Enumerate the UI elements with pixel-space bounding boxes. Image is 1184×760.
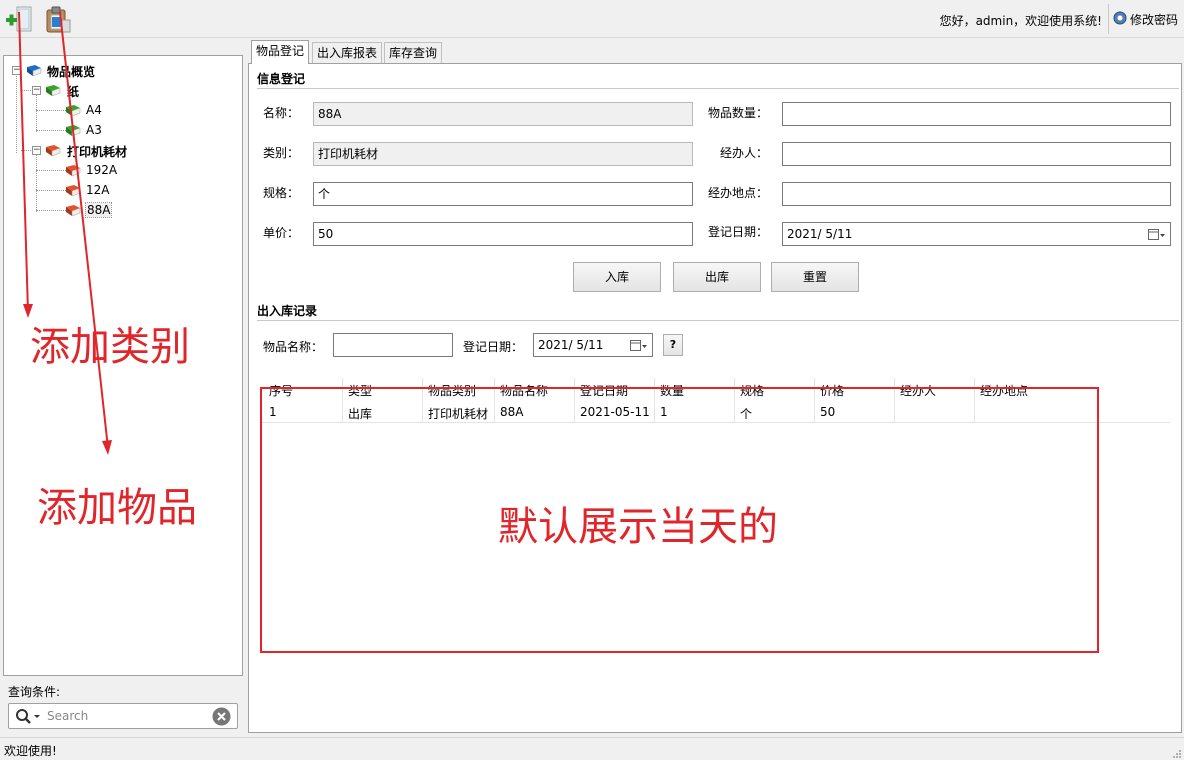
- tree-connector: [21, 150, 31, 151]
- search-icon[interactable]: [15, 708, 43, 729]
- form-section-title: 信息登记: [257, 72, 306, 86]
- records-section-title: 出入库记录: [257, 304, 318, 318]
- annotation-default-today: 默认展示当天的: [498, 504, 778, 550]
- location-label: 经办地点：: [708, 186, 769, 200]
- book-icon: [66, 165, 81, 177]
- tree-connector: [21, 90, 31, 91]
- tree-connector: [36, 94, 37, 132]
- book-icon: [66, 185, 81, 197]
- stock-in-button[interactable]: 入库: [573, 262, 661, 292]
- calendar-dropdown-icon[interactable]: [1148, 227, 1166, 241]
- resize-grip-icon[interactable]: [1172, 748, 1182, 758]
- gear-icon: [1112, 10, 1128, 29]
- date-filter-picker[interactable]: 2021/ 5/11: [533, 333, 653, 357]
- section-divider: [257, 320, 1179, 321]
- location-field[interactable]: [782, 182, 1171, 206]
- search-input[interactable]: [47, 707, 207, 725]
- tree-item-label[interactable]: A4: [86, 103, 102, 117]
- item-name-filter-label: 物品名称：: [263, 340, 324, 354]
- clear-icon[interactable]: [212, 707, 231, 729]
- tree-collapse-toggle[interactable]: −: [32, 86, 41, 95]
- spec-field[interactable]: 个: [313, 182, 693, 206]
- status-text: 欢迎使用!: [4, 744, 57, 758]
- spec-label: 规格：: [263, 186, 300, 200]
- item-name-filter-field[interactable]: [333, 333, 453, 357]
- quantity-label: 物品数量：: [708, 106, 769, 120]
- tree-item-label[interactable]: A3: [86, 123, 102, 137]
- tree-connector: [36, 190, 66, 191]
- name-label: 名称：: [263, 106, 300, 120]
- section-divider: [257, 88, 1179, 89]
- annotation-add-item: 添加物品: [37, 485, 197, 531]
- handler-label: 经办人：: [720, 146, 769, 160]
- change-password-label: 修改密码: [1130, 12, 1179, 27]
- tree-connector: [36, 170, 66, 171]
- quantity-field[interactable]: [782, 102, 1171, 126]
- category-field[interactable]: 打印机耗材: [313, 142, 693, 166]
- tree-item-label-selected[interactable]: 88A: [84, 202, 113, 218]
- tab-inout-report[interactable]: 出入库报表: [312, 42, 383, 64]
- tree-category-label[interactable]: 纸: [67, 83, 79, 100]
- clipboard-add-icon[interactable]: [42, 4, 72, 34]
- query-condition-label: 查询条件:: [8, 685, 61, 699]
- price-field[interactable]: 50: [313, 222, 693, 246]
- toolbar: 您好，admin，欢迎使用系统! 修改密码: [0, 0, 1184, 38]
- tree-connector: [36, 210, 66, 211]
- calendar-dropdown-icon[interactable]: [630, 338, 648, 352]
- book-icon: [46, 85, 61, 97]
- handler-field[interactable]: [782, 142, 1171, 166]
- add-category-icon[interactable]: [3, 4, 33, 34]
- tree-connector: [36, 154, 37, 212]
- book-icon: [66, 125, 81, 137]
- tree-collapse-toggle[interactable]: −: [32, 146, 41, 155]
- tree-connector: [36, 110, 66, 111]
- category-label: 类别：: [263, 146, 300, 160]
- stock-out-button[interactable]: 出库: [673, 262, 761, 292]
- change-password-button[interactable]: 修改密码: [1112, 8, 1178, 30]
- tree-connector: [16, 73, 17, 153]
- reset-button[interactable]: 重置: [771, 262, 859, 292]
- tab-stock-query[interactable]: 库存查询: [384, 42, 443, 64]
- tree-connector: [36, 130, 66, 131]
- tab-item-registration[interactable]: 物品登记: [251, 40, 310, 64]
- tree-root-label[interactable]: 物品概览: [47, 63, 95, 80]
- tree-item-label[interactable]: 12A: [86, 183, 109, 197]
- search-box: [8, 703, 238, 729]
- annotation-add-category: 添加类别: [30, 324, 190, 370]
- greeting-text: 您好，admin，欢迎使用系统!: [939, 14, 1102, 28]
- status-bar: 欢迎使用!: [0, 737, 1184, 760]
- date-label: 登记日期：: [708, 225, 769, 239]
- tree-item-label[interactable]: 192A: [86, 163, 117, 177]
- date-filter-value: 2021/ 5/11: [538, 338, 604, 352]
- book-icon: [66, 105, 81, 117]
- tree-category-label[interactable]: 打印机耗材: [67, 143, 127, 160]
- date-picker[interactable]: 2021/ 5/11: [782, 222, 1171, 246]
- date-value: 2021/ 5/11: [787, 227, 853, 241]
- toolbar-separator: [1108, 4, 1109, 34]
- book-icon: [66, 205, 81, 217]
- date-filter-label: 登记日期：: [463, 340, 524, 354]
- price-label: 单价：: [263, 226, 300, 240]
- tree-collapse-toggle[interactable]: −: [12, 66, 21, 75]
- book-icon: [46, 145, 61, 157]
- book-icon: [27, 65, 42, 77]
- name-field[interactable]: 88A: [313, 102, 693, 126]
- help-button[interactable]: ?: [663, 334, 683, 356]
